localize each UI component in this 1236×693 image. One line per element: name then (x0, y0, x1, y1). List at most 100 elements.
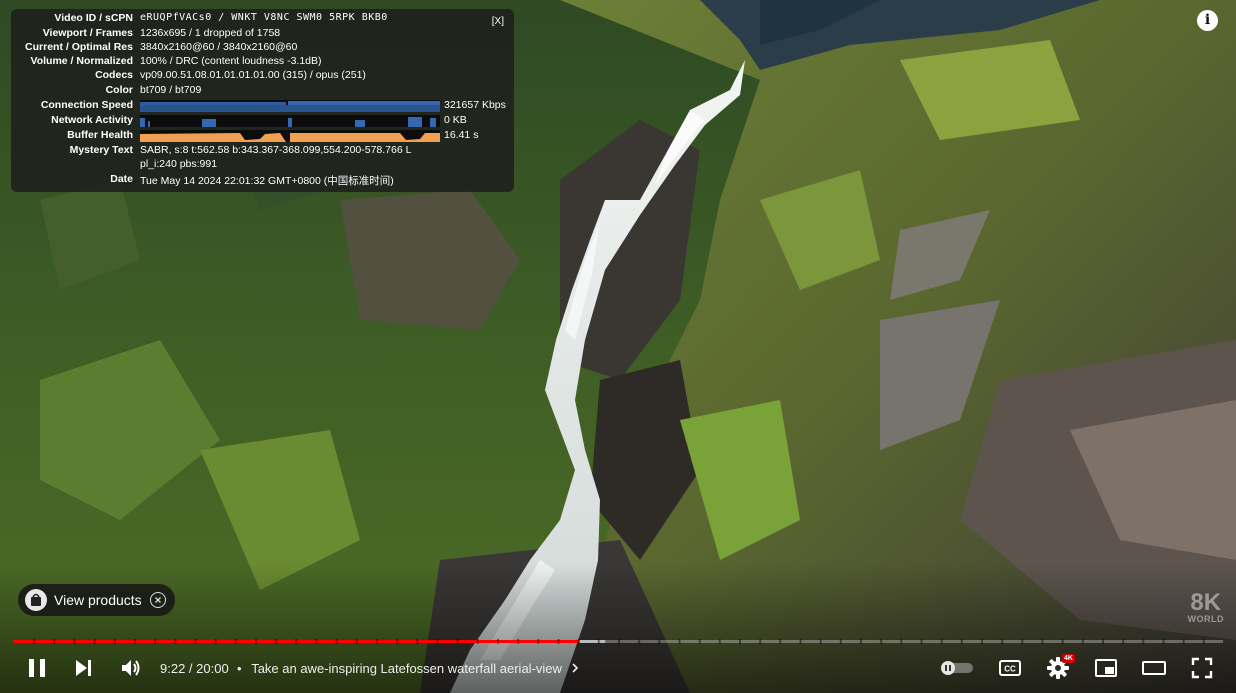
connection-speed-graph (140, 100, 440, 112)
stats-row-connection-speed: Connection Speed 321657 Kbps (40, 99, 506, 112)
stats-row-volume: Volume / Normalized 100% / DRC (content … (30, 55, 322, 67)
chapter-gap (860, 639, 862, 644)
subtitles-button[interactable]: CC (998, 656, 1022, 680)
svg-text:CC: CC (1004, 665, 1016, 674)
chapter-gap (557, 639, 560, 644)
stats-row-network-activity: Network Activity 0 KB (51, 114, 467, 127)
chapter-gap (900, 639, 903, 644)
stats-row-color: Color bt709 / bt709 (105, 84, 202, 96)
chapter-gap (436, 639, 439, 644)
chapter-gap (920, 639, 923, 644)
subtitles-icon: CC (999, 660, 1021, 676)
theater-mode-button[interactable] (1141, 656, 1167, 680)
chapter-gap (33, 639, 36, 644)
chapter-gap (234, 639, 237, 644)
chapter-gap (154, 639, 157, 644)
chapter-gap (315, 639, 318, 644)
chapter-gap (476, 639, 479, 644)
chapter-gap (255, 639, 257, 644)
chapter-gap (416, 639, 419, 644)
stats-row-buffer-health: Buffer Health 16.41 s (67, 129, 479, 142)
chapter-gap (597, 639, 600, 644)
chapter-gap (1202, 639, 1205, 644)
chapter-gap (779, 639, 782, 644)
chapter-gap (880, 639, 883, 644)
chapter-gap (1102, 639, 1104, 644)
progress-bar[interactable] (13, 639, 1223, 644)
chapter-gap (537, 639, 540, 644)
shopping-bag-icon (25, 589, 47, 611)
channel-watermark[interactable]: 8K WORLD (1188, 591, 1225, 624)
chapter-gap (497, 639, 499, 644)
stats-row-resolution: Current / Optimal Res 3840x2160@60 / 384… (25, 41, 298, 53)
miniplayer-icon (1095, 659, 1117, 677)
time-display: 9:22 / 20:00 (160, 661, 229, 676)
chapter-gap (355, 639, 358, 644)
next-icon (76, 660, 91, 676)
fullscreen-icon (1191, 657, 1213, 679)
video-player[interactable]: [X] Video ID / sCPN eRUQPfVACs0 / WNKT V… (0, 0, 1236, 693)
autoplay-toggle[interactable] (940, 660, 974, 676)
chapter-gap (799, 639, 802, 644)
stats-row-mystery-text-2: pl_i:240 pbs:991 (140, 158, 218, 170)
chapter-gap (1021, 639, 1024, 644)
chapter-gap (1001, 639, 1004, 644)
theater-icon (1142, 661, 1166, 675)
buffer-health-graph (140, 130, 440, 142)
chapter-gap (819, 639, 822, 644)
stats-row-viewport: Viewport / Frames 1236x695 / 1 dropped o… (42, 27, 281, 39)
chapter-gap (739, 639, 741, 644)
stats-for-nerds-panel: [X] Video ID / sCPN eRUQPfVACs0 / WNKT V… (11, 9, 514, 192)
close-icon[interactable] (150, 592, 166, 608)
chapter-title: Take an awe-inspiring Latefossen waterfa… (251, 661, 562, 676)
chapter-gap (981, 639, 983, 644)
volume-button[interactable] (119, 656, 143, 680)
chapter-gap (376, 639, 378, 644)
chapter-gap (517, 639, 520, 644)
chapter-gap (174, 639, 177, 644)
chapter-gap (658, 639, 661, 644)
chapter-gap (1041, 639, 1044, 644)
chapter-gap (73, 639, 76, 644)
chapter-gap (678, 639, 681, 644)
chapter-gap (134, 639, 136, 644)
chapter-gap (940, 639, 943, 644)
chapter-gap (335, 639, 338, 644)
network-activity-graph (140, 115, 440, 127)
chapter-gap (1081, 639, 1084, 644)
autoplay-toggle-icon (941, 661, 973, 675)
chevron-right-icon (571, 663, 578, 673)
chapter-gap (194, 639, 197, 644)
chapter-gap (577, 639, 580, 644)
stats-row-mystery-text: Mystery Text SABR, s:8 t:562.58 b:343.36… (69, 144, 412, 156)
chapter-gap (456, 639, 459, 644)
chapter-gap (53, 639, 56, 644)
next-button[interactable] (72, 656, 96, 680)
chapter-gap (618, 639, 620, 644)
pause-button[interactable] (25, 656, 49, 680)
chapter-gap (214, 639, 217, 644)
player-controls: 9:22 / 20:00 • Take an awe-inspiring Lat… (0, 650, 1236, 690)
chapter-gap (396, 639, 399, 644)
miniplayer-button[interactable] (1094, 656, 1118, 680)
view-products-label: View products (54, 592, 142, 608)
chapter-gap (1162, 639, 1165, 644)
quality-badge: 4K (1062, 654, 1075, 663)
chapter-gap (759, 639, 762, 644)
stats-row-video-id: Video ID / sCPN eRUQPfVACs0 / WNKT V8NC … (54, 12, 388, 24)
info-icon[interactable]: i (1197, 10, 1218, 31)
view-products-button[interactable]: View products (18, 584, 175, 616)
chapter-gap (1122, 639, 1125, 644)
chapter-gap (113, 639, 116, 644)
chapter-gap (275, 639, 278, 644)
fullscreen-button[interactable] (1190, 656, 1214, 680)
chapter-gap (1061, 639, 1064, 644)
chapter-title-button[interactable]: • Take an awe-inspiring Latefossen water… (237, 661, 580, 676)
chapter-gap (1182, 639, 1185, 644)
stats-row-date: Date Tue May 14 2024 22:01:32 GMT+0800 (… (110, 173, 394, 187)
chapter-gap (295, 639, 298, 644)
chapter-separator: • (237, 661, 242, 676)
stats-row-codecs: Codecs vp09.00.51.08.01.01.01.01.00 (315… (95, 69, 366, 81)
chapter-gap (839, 639, 842, 644)
chapter-gap (718, 639, 721, 644)
